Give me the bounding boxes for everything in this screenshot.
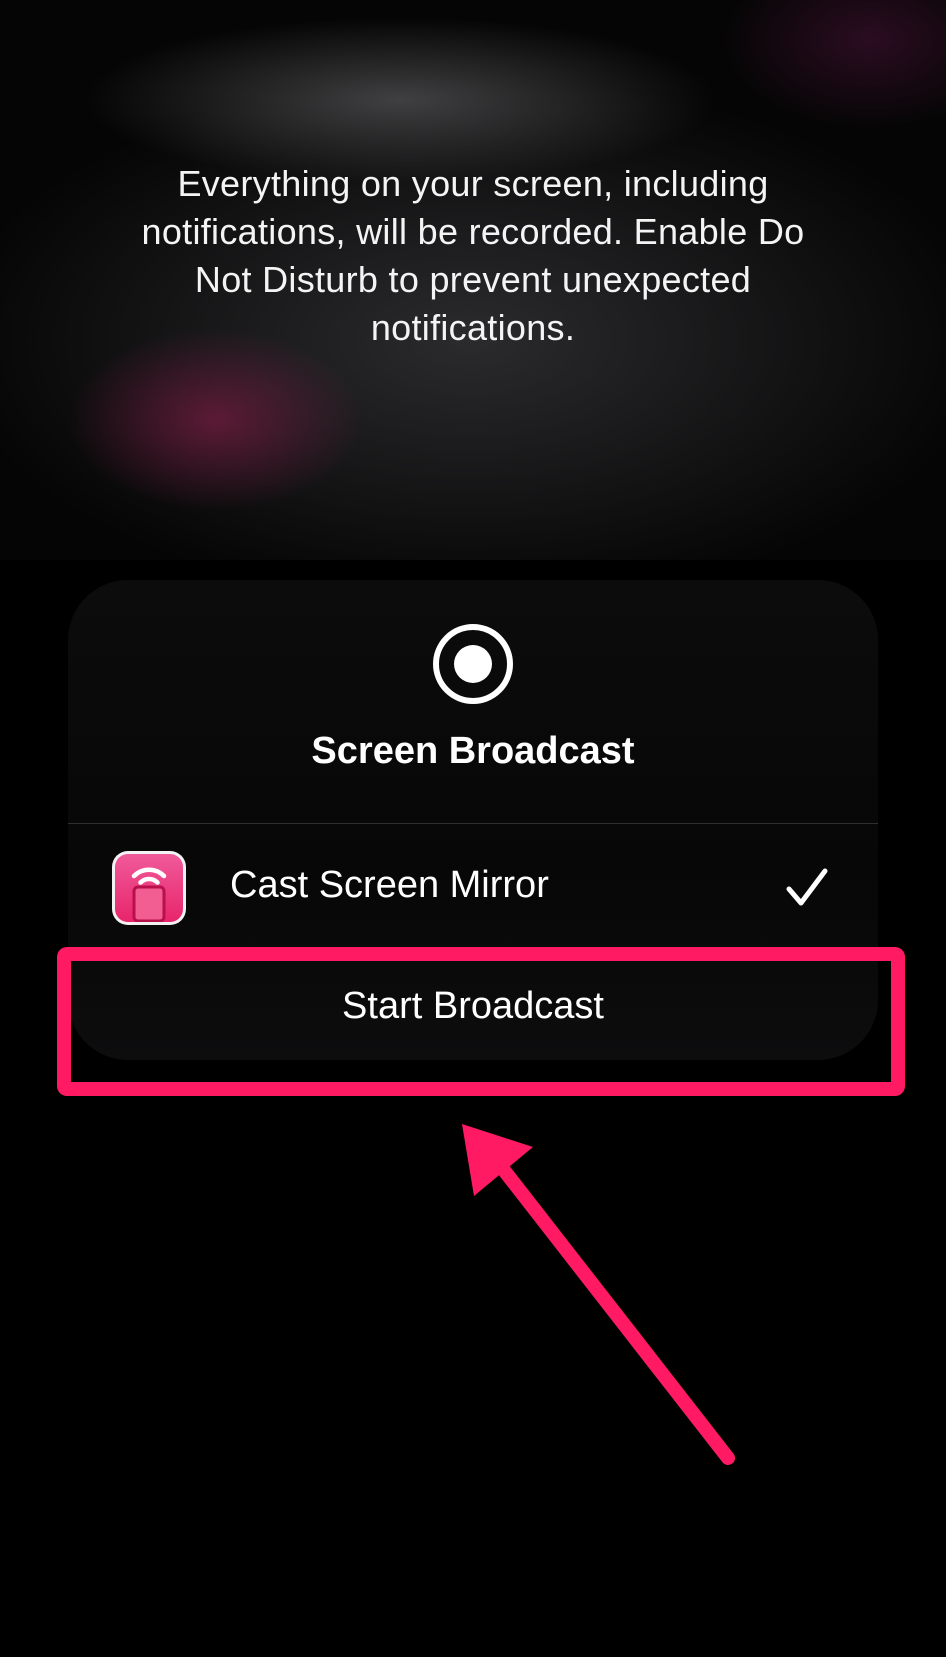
notice-line: notifications. <box>370 307 576 348</box>
cast-screen-mirror-app-icon <box>112 851 186 925</box>
sheet-title: Screen Broadcast <box>311 730 635 772</box>
notice-line: notifications, will be recorded. Enable … <box>141 211 805 252</box>
app-label: Cast Screen Mirror <box>230 864 549 906</box>
app-row-cast-screen-mirror[interactable]: Cast Screen Mirror <box>68 824 878 952</box>
notice-line: Everything on your screen, including <box>177 163 769 204</box>
start-broadcast-button[interactable]: Start Broadcast <box>68 952 878 1060</box>
checkmark-icon <box>786 868 828 906</box>
record-icon <box>433 624 513 704</box>
recording-notice: Everything on your screen, including not… <box>60 160 886 352</box>
notice-line: Not Disturb to prevent unexpected <box>194 259 752 300</box>
broadcast-sheet: Screen Broadcast Cast Screen Mirror Star… <box>68 580 878 1060</box>
